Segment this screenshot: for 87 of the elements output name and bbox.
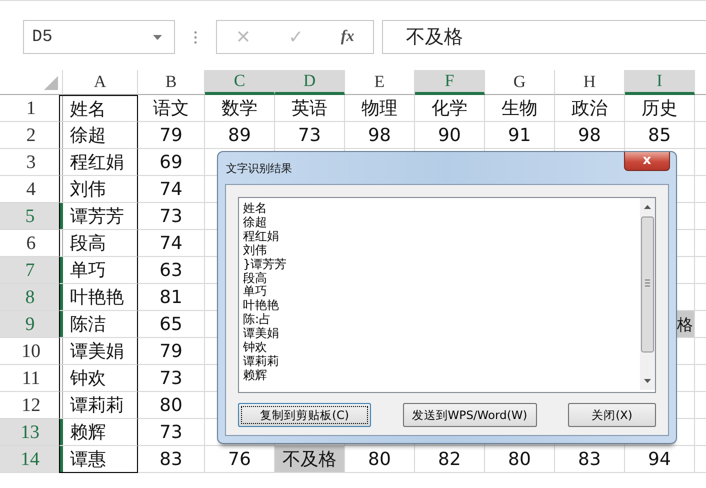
table-cell: 单巧 [59,257,138,284]
result-line: 谭莉莉 [243,354,279,369]
table-cell: 谭芳芳 [59,203,138,230]
table-cell: 化学 [415,95,485,122]
result-line: 徐超 [243,216,267,230]
table-cell: 钟欢 [59,365,138,392]
table-cell: 89 [205,122,275,149]
row-header[interactable]: 14 [0,446,63,473]
result-text-area[interactable]: 姓名 徐超 程红娟 刘伟 }谭芳芳 段高 单巧 叶艳艳 陈:占 谭美娟 钟欢 谭莉莉 赖辉 [238,197,656,393]
table-cell: 65 [138,311,205,338]
column-header[interactable]: C [205,70,275,95]
table-cell: 90 [415,122,485,149]
row-header[interactable]: 8 [0,284,63,311]
table-cell: 73 [138,203,205,230]
table-cell: 政治 [555,95,625,122]
name-box[interactable]: D5 [23,20,175,54]
table-cell: 79 [138,338,205,365]
table-cell: 83 [138,446,205,473]
table-cell: 69 [138,149,205,176]
row-header[interactable]: 2 [0,122,63,149]
row-header[interactable]: 9 [0,311,63,338]
result-line: 段高 [243,272,267,285]
row-header[interactable]: 7 [0,257,63,284]
table-cell: 83 [555,446,625,473]
table-cell: 80 [345,446,415,473]
table-cell: 生物 [485,95,555,122]
result-line: }谭芳芳 [243,258,287,272]
table-cell: 73 [138,365,205,392]
dialog-button[interactable]: 关闭(X) [568,403,656,427]
result-line: 谭美娟 [243,327,279,341]
row-header[interactable]: 5 [0,203,63,230]
table-cell: 80 [485,446,555,473]
close-button[interactable]: x [624,152,670,171]
row-header[interactable]: 11 [0,365,63,392]
table-cell: 91 [485,122,555,149]
dialog-button[interactable]: 复制到剪贴板(C) [238,403,371,427]
column-header[interactable]: D [275,70,345,95]
row-header[interactable]: 1 [0,95,63,122]
row-header[interactable]: 13 [0,419,63,446]
formula-field[interactable]: 不及格 [382,20,706,54]
table-cell: 赖辉 [59,419,138,446]
table-cell: 段高 [59,230,138,257]
table-cell: 85 [625,122,695,149]
row-header[interactable]: 3 [0,149,63,176]
table-cell: 79 [138,122,205,149]
table-cell: 叶艳艳 [59,284,138,311]
table-cell: 82 [415,446,485,473]
table-cell: 徐超 [59,122,138,149]
table-cell: 谭惠 [59,446,138,473]
row-header[interactable]: 10 [0,338,63,365]
table-cell: 63 [138,257,205,284]
column-header[interactable]: I [625,70,695,95]
column-header[interactable]: F [415,70,485,95]
result-line: 陈:占 [243,313,272,326]
table-cell: 98 [345,122,415,149]
table-cell: 数学 [205,95,275,122]
table-cell: 80 [138,392,205,419]
table-cell: 94 [625,446,695,473]
table-cell: 姓名 [59,95,138,122]
table-cell: 73 [275,122,345,149]
table-cell: 74 [138,230,205,257]
dialog-button[interactable]: 发送到WPS/Word(W) [402,403,536,427]
table-cell: 程红娟 [59,149,138,176]
table-cell: 物理 [345,95,415,122]
result-line: 单巧 [243,285,267,299]
result-line: 钟欢 [243,341,267,355]
table-cell: 81 [138,284,205,311]
insert-function-button[interactable]: fx [340,28,354,46]
table-cell: 英语 [275,95,345,122]
table-cell: 98 [555,122,625,149]
table-cell: 不及格 [275,446,345,473]
table-cell: 历史 [625,95,695,122]
result-line: 赖辉 [243,368,267,383]
result-line: 姓名 [243,202,267,216]
table-cell: 谭美娟 [59,338,138,365]
result-line: 叶艳艳 [243,299,279,313]
result-line: 程红娟 [243,230,279,244]
table-cell: 73 [138,419,205,446]
dialog-title: 文字识别结果 [226,161,292,176]
table-cell: 语文 [138,95,205,122]
column-header[interactable]: G [485,70,555,95]
table-cell: 谭莉莉 [59,392,138,419]
result-line: 刘伟 [243,244,267,258]
table-cell: 74 [138,176,205,203]
table-cell: 刘伟 [59,176,138,203]
table-cell: 陈洁 [59,311,138,338]
column-header[interactable]: A [63,70,138,95]
